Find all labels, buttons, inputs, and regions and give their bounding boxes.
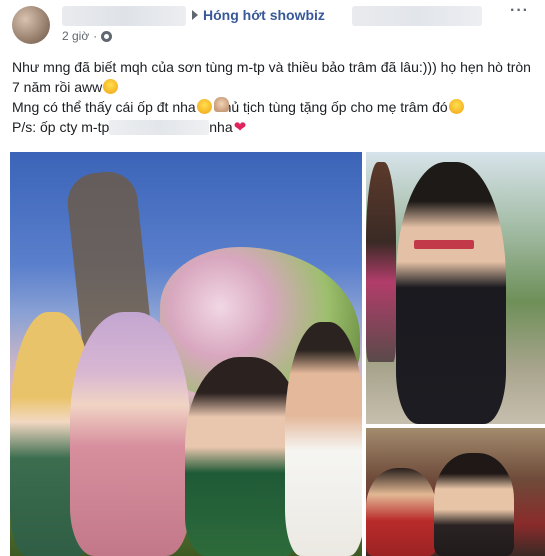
author-avatar[interactable]	[12, 6, 50, 44]
main-photo[interactable]	[10, 152, 362, 556]
person-shape	[70, 312, 190, 556]
blurred-text	[109, 120, 210, 135]
post-meta: 2 giờ ·	[62, 29, 113, 43]
shirt-logo	[414, 240, 474, 249]
rofl-emoji-icon	[196, 99, 212, 114]
post-line-2-text-b: chủ tịch tùng tặng ốp cho mẹ trâm đó	[212, 99, 448, 115]
blurred-region	[352, 6, 482, 26]
blurred-author-name	[62, 6, 186, 26]
post-line-3-text-a: P/s: ốp cty m-tp	[12, 119, 110, 135]
person-shape	[366, 162, 396, 362]
person-shape	[434, 453, 514, 556]
person-shape	[366, 468, 436, 556]
post-line-2: Mng có thể thấy cái ốp đt nha chủ tịch t…	[12, 97, 532, 117]
photo-grid	[0, 150, 545, 556]
post-line-3-text-b: nha	[209, 119, 233, 135]
post-header: Hóng hớt showbiz ··· 2 giờ ·	[0, 0, 545, 50]
post-line-3: P/s: ốp cty m-tp nha❤	[12, 117, 532, 138]
person-emoji-icon	[213, 97, 229, 112]
rofl-emoji-icon	[448, 99, 464, 114]
person-shape	[285, 322, 362, 556]
privacy-globe-icon[interactable]	[101, 30, 113, 42]
post-body: Như mng đã biết mqh của sơn tùng m-tp và…	[12, 57, 532, 138]
side-photo-bottom[interactable]	[366, 428, 545, 556]
post-line-1: Như mng đã biết mqh của sơn tùng m-tp và…	[12, 57, 532, 97]
rofl-emoji-icon	[103, 79, 119, 94]
heart-emoji-icon: ❤	[233, 119, 247, 136]
arrow-right-icon	[192, 10, 198, 20]
post-time[interactable]: 2 giờ	[62, 29, 89, 43]
meta-separator: ·	[93, 29, 98, 43]
side-photo-top[interactable]	[366, 152, 545, 424]
post-line-2-text-a: Mng có thể thấy cái ốp đt nha	[12, 99, 196, 115]
person-shape	[396, 162, 506, 424]
group-name-link[interactable]: Hóng hớt showbiz	[203, 7, 325, 23]
more-options-icon[interactable]: ···	[510, 2, 536, 22]
post-line-1-text: Như mng đã biết mqh của sơn tùng m-tp và…	[12, 59, 531, 95]
